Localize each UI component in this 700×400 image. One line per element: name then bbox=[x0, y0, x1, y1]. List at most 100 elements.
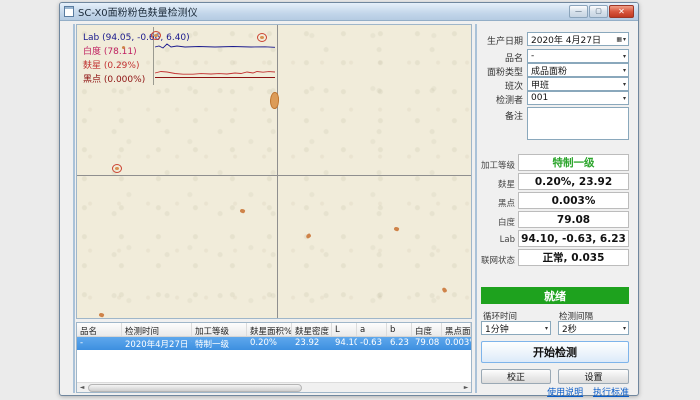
crosshair-vertical bbox=[277, 25, 278, 319]
scroll-right-icon[interactable]: ► bbox=[461, 383, 471, 393]
chevron-down-icon: ▾ bbox=[623, 95, 626, 102]
whiteness-value: 79.08 bbox=[518, 211, 629, 228]
cycle-time-value: 1分钟 bbox=[482, 322, 543, 335]
column-header[interactable]: b bbox=[387, 323, 412, 336]
shift-select[interactable]: 甲班 ▾ bbox=[527, 77, 629, 91]
calibrate-button[interactable]: 校正 bbox=[481, 369, 551, 384]
column-header[interactable]: 加工等级 bbox=[192, 323, 247, 336]
interval-value: 2秒 bbox=[559, 322, 621, 335]
flour-type-select[interactable]: 成品面粉 ▾ bbox=[527, 63, 629, 77]
help-links: 使用说明 执行标准 bbox=[540, 385, 629, 398]
start-detection-button[interactable]: 开始检测 bbox=[481, 341, 629, 363]
column-header[interactable]: a bbox=[357, 323, 387, 336]
inspector-value: 001 bbox=[528, 93, 621, 103]
table-cell: 0.003% bbox=[442, 337, 471, 350]
column-header[interactable]: 白度 bbox=[412, 323, 442, 336]
minimize-button[interactable]: — bbox=[569, 5, 588, 18]
bran-speck bbox=[393, 226, 399, 232]
bran-speck bbox=[98, 312, 104, 318]
black-spot-label: 黑点 bbox=[481, 197, 515, 209]
table-cell: 94.10 bbox=[332, 337, 357, 350]
legend-bran: 麸星 (0.29%) bbox=[83, 59, 190, 73]
table-cell: -0.63 bbox=[357, 337, 387, 350]
inspector-select[interactable]: 001 ▾ bbox=[527, 91, 629, 105]
titlebar[interactable]: SC-X0面粉粉色麸量检测仪 — ▢ ✕ bbox=[60, 3, 638, 21]
minimize-icon: — bbox=[575, 8, 582, 15]
column-header[interactable]: L bbox=[332, 323, 357, 336]
history-table: 品名 检测时间 加工等级 麸星面积% 麸星密度 L a b 白度 黑点面积% -… bbox=[76, 322, 472, 393]
bran-speck-large bbox=[269, 92, 279, 110]
whiteness-label: 白度 bbox=[481, 216, 515, 228]
bran-speck bbox=[154, 34, 158, 37]
chevron-down-icon: ▾ bbox=[545, 325, 548, 332]
bran-speck bbox=[239, 208, 245, 214]
network-status-value: 正常, 0.035 bbox=[518, 249, 629, 266]
legend-lab: Lab (94.05, -0.66, 6.40) bbox=[83, 31, 190, 45]
table-header-row: 品名 检测时间 加工等级 麸星面积% 麸星密度 L a b 白度 黑点面积% bbox=[77, 323, 471, 337]
bran-speck-ring bbox=[257, 33, 267, 42]
manual-link[interactable]: 使用说明 bbox=[547, 388, 583, 398]
grade-label: 加工等级 bbox=[481, 159, 515, 171]
black-spot-value: 0.003% bbox=[518, 192, 629, 209]
table-cell: 特制一级 bbox=[192, 337, 247, 350]
bran-value: 0.20%, 23.92 bbox=[518, 173, 629, 190]
control-panel: 生产日期 2020年 4月27日 ▦▾ 品名 - ▾ 面粉类型 成品面粉 ▾ bbox=[481, 22, 631, 394]
lab-label: Lab bbox=[481, 235, 515, 245]
column-header[interactable]: 品名 bbox=[77, 323, 122, 336]
trend-legend: Lab (94.05, -0.66, 6.40) 白度 (78.11) 麸星 (… bbox=[83, 31, 190, 87]
scroll-left-icon[interactable]: ◄ bbox=[77, 383, 87, 393]
shift-value: 甲班 bbox=[528, 78, 621, 91]
column-header[interactable]: 麸星面积% bbox=[247, 323, 292, 336]
app-window: SC-X0面粉粉色麸量检测仪 — ▢ ✕ Lab (94.05, -0.66, … bbox=[59, 2, 639, 396]
table-cell: 6.23 bbox=[387, 337, 412, 350]
calendar-icon: ▦ bbox=[616, 36, 622, 43]
crosshair-horizontal bbox=[77, 175, 472, 176]
close-button[interactable]: ✕ bbox=[609, 5, 634, 18]
product-name-value: - bbox=[528, 51, 621, 61]
table-horizontal-scrollbar[interactable]: ◄ ► bbox=[77, 382, 471, 392]
bran-speck bbox=[305, 233, 311, 239]
interval-select[interactable]: 2秒 ▾ bbox=[558, 321, 629, 335]
bran-speck bbox=[260, 36, 264, 39]
settings-button[interactable]: 设置 bbox=[558, 369, 629, 384]
chevron-down-icon: ▾ bbox=[623, 81, 626, 88]
standard-link[interactable]: 执行标准 bbox=[593, 388, 629, 398]
bran-speck bbox=[115, 167, 119, 170]
lab-value: 94.10, -0.63, 6.23 bbox=[518, 230, 629, 247]
window-title: SC-X0面粉粉色麸量检测仪 bbox=[78, 4, 568, 19]
grade-value: 特制一级 bbox=[518, 154, 629, 171]
production-date-value: 2020年 4月27日 bbox=[528, 33, 614, 46]
sample-image-canvas: Lab (94.05, -0.66, 6.40) 白度 (78.11) 麸星 (… bbox=[76, 24, 472, 319]
chevron-down-icon: ▾ bbox=[623, 53, 626, 60]
bran-speck-ring bbox=[112, 164, 122, 173]
client-area: Lab (94.05, -0.66, 6.40) 白度 (78.11) 麸星 (… bbox=[63, 22, 637, 394]
production-date-picker[interactable]: 2020年 4月27日 ▦▾ bbox=[527, 32, 629, 46]
table-cell: - bbox=[77, 337, 122, 350]
network-status-label: 联网状态 bbox=[481, 254, 515, 266]
table-cell: 23.92 bbox=[292, 337, 332, 350]
chevron-down-icon: ▾ bbox=[623, 325, 626, 332]
table-cell: 0.20% bbox=[247, 337, 292, 350]
chevron-down-icon: ▾ bbox=[623, 67, 626, 74]
status-banner: 就绪 bbox=[481, 287, 629, 304]
remarks-textarea[interactable] bbox=[527, 107, 629, 140]
table-cell: 2020年4月27日 11:10 bbox=[122, 337, 192, 350]
bran-label: 麸星 bbox=[481, 178, 515, 190]
close-icon: ✕ bbox=[618, 8, 625, 16]
column-header[interactable]: 黑点面积% bbox=[442, 323, 471, 336]
bran-speck bbox=[442, 287, 448, 293]
legend-black-spot: 黑点 (0.000%) bbox=[83, 73, 190, 87]
product-name-select[interactable]: - ▾ bbox=[527, 49, 629, 63]
table-row-selected[interactable]: - 2020年4月27日 11:10 特制一级 0.20% 23.92 94.1… bbox=[77, 337, 471, 350]
bran-speck-ring bbox=[151, 31, 161, 40]
column-header[interactable]: 检测时间 bbox=[122, 323, 192, 336]
column-header[interactable]: 麸星密度 bbox=[292, 323, 332, 336]
chevron-down-icon: ▾ bbox=[623, 36, 626, 43]
scrollbar-thumb[interactable] bbox=[88, 384, 302, 392]
table-cell: 79.08 bbox=[412, 337, 442, 350]
left-splitter bbox=[73, 24, 75, 393]
maximize-button[interactable]: ▢ bbox=[589, 5, 608, 18]
cycle-time-select[interactable]: 1分钟 ▾ bbox=[481, 321, 551, 335]
inspector-label: 检测者 bbox=[481, 93, 523, 106]
right-splitter bbox=[475, 24, 477, 393]
